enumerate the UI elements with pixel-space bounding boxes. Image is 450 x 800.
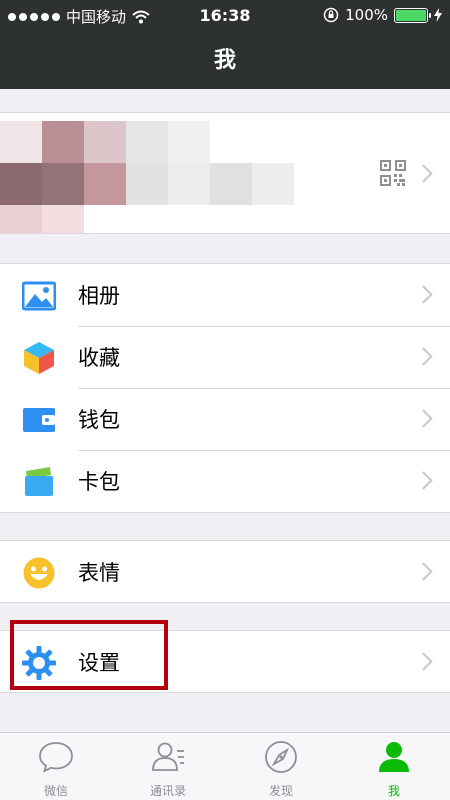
menu-item-label: 钱包 xyxy=(78,408,120,432)
chevron-right-icon xyxy=(414,562,433,581)
battery-icon xyxy=(394,7,431,23)
profile-card[interactable] xyxy=(0,112,450,234)
chevron-right-icon xyxy=(414,164,433,183)
menu-item-favorites[interactable]: 收藏 xyxy=(0,326,450,388)
menu-item-label: 收藏 xyxy=(78,346,120,370)
chevron-right-icon xyxy=(414,471,433,490)
tab-discover[interactable]: 发现 xyxy=(225,733,337,800)
tab-contacts[interactable]: 通讯录 xyxy=(112,733,224,800)
album-icon xyxy=(22,281,56,311)
avatar xyxy=(0,121,300,233)
chevron-right-icon xyxy=(414,285,433,304)
chat-icon xyxy=(39,742,73,773)
chevron-right-icon xyxy=(414,347,433,366)
me-icon xyxy=(379,742,409,772)
menu-item-wallet[interactable]: 钱包 xyxy=(0,388,450,450)
menu-group-main: 相册 收藏 钱包 卡包 xyxy=(0,263,450,513)
card-package-icon xyxy=(25,467,53,496)
highlight-box xyxy=(10,620,168,690)
sticker-icon xyxy=(23,557,55,589)
discover-icon xyxy=(265,741,297,773)
status-bar: 中国移动 16:38 100% xyxy=(0,0,450,33)
menu-item-album[interactable]: 相册 xyxy=(0,264,450,326)
menu-item-card-package[interactable]: 卡包 xyxy=(0,450,450,512)
rotation-lock-icon xyxy=(323,7,339,23)
menu-item-label: 相册 xyxy=(78,284,120,308)
menu-group-sticker: 表情 xyxy=(0,540,450,603)
menu-item-sticker[interactable]: 表情 xyxy=(0,541,450,603)
menu-item-label: 表情 xyxy=(78,561,120,585)
chevron-right-icon xyxy=(414,409,433,428)
tab-me[interactable]: 我 xyxy=(338,733,450,800)
page-title: 我 xyxy=(0,33,450,89)
chevron-right-icon xyxy=(414,652,433,671)
tab-bar: 微信 通讯录 发现 我 xyxy=(0,732,450,800)
contacts-icon xyxy=(152,742,184,771)
qr-code-icon[interactable] xyxy=(380,160,406,190)
battery-percent: 100% xyxy=(345,6,388,24)
status-right: 100% xyxy=(323,6,442,24)
charging-icon xyxy=(434,8,442,22)
wallet-icon xyxy=(23,408,55,432)
favorites-icon xyxy=(24,342,54,374)
menu-item-label: 卡包 xyxy=(78,470,120,494)
tab-chats[interactable]: 微信 xyxy=(0,733,112,800)
